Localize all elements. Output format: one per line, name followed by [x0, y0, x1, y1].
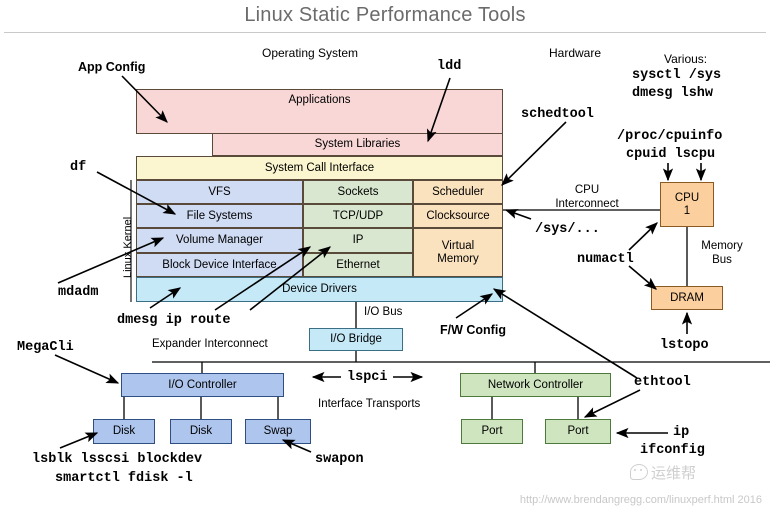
- label-cpu-interconnect-line1: CPU: [574, 184, 600, 196]
- tool-ip: ip: [673, 425, 690, 440]
- box-virtual-memory-label-line2: Memory: [437, 252, 479, 265]
- tool-ethtool: ethtool: [634, 375, 691, 390]
- tool-numactl: numactl: [577, 252, 634, 267]
- label-cpu-interconnect-line2: Interconnect: [555, 198, 619, 210]
- box-vfs-label: VFS: [208, 185, 231, 198]
- tool-schedtool: schedtool: [521, 107, 594, 122]
- box-port-1[interactable]: Port: [461, 419, 523, 444]
- box-volume-manager[interactable]: Volume Manager: [136, 228, 303, 253]
- box-virtual-memory-label-line1: Virtual: [441, 239, 475, 252]
- smiley-icon: [630, 464, 648, 480]
- box-clocksource-label: Clocksource: [426, 209, 490, 222]
- box-disk-2-label: Disk: [189, 425, 213, 438]
- label-interface-transports: Interface Transports: [318, 398, 421, 410]
- section-label-operating-system: Operating System: [262, 46, 359, 60]
- tool-swapon: swapon: [315, 452, 364, 467]
- tool-sysctl-sys: sysctl /sys: [632, 68, 722, 83]
- linux-kernel-label: Linux Kernel: [122, 216, 134, 278]
- tool-lspci: lspci: [347, 370, 388, 385]
- box-disk-2[interactable]: Disk: [170, 419, 232, 444]
- title-divider: [4, 32, 766, 33]
- box-io-controller[interactable]: I/O Controller: [121, 373, 284, 397]
- tool-mdadm: mdadm: [58, 285, 99, 300]
- box-io-bridge-label: I/O Bridge: [330, 333, 382, 346]
- box-io-bridge[interactable]: I/O Bridge: [309, 328, 403, 351]
- box-tcp-udp-label: TCP/UDP: [332, 209, 384, 222]
- box-dram-label: DRAM: [670, 291, 704, 304]
- tool-lsblk-lsscsi-blockdev: lsblk lsscsi blockdev: [32, 452, 203, 467]
- box-block-device-interface-label: Block Device Interface: [162, 258, 277, 271]
- box-disk-1-label: Disk: [112, 425, 136, 438]
- box-swap[interactable]: Swap: [245, 419, 311, 444]
- box-network-controller[interactable]: Network Controller: [460, 373, 611, 397]
- label-io-bus: I/O Bus: [364, 306, 403, 318]
- box-device-drivers-label: Device Drivers: [282, 283, 357, 296]
- tool-megacli: MegaCli: [17, 340, 74, 355]
- tool-fw-config: F/W Config: [440, 323, 506, 337]
- box-sockets-label: Sockets: [337, 185, 379, 198]
- page-title: Linux Static Performance Tools: [244, 4, 526, 26]
- tool-dmesg-lshw: dmesg lshw: [632, 86, 714, 101]
- label-memory-bus-line1: Memory: [701, 240, 743, 252]
- box-vfs[interactable]: VFS: [136, 180, 303, 204]
- box-system-call-interface[interactable]: System Call Interface: [136, 156, 503, 180]
- tool-ldd: ldd: [437, 59, 462, 74]
- box-virtual-memory[interactable]: Virtual Memory: [413, 228, 503, 277]
- section-label-various: Various:: [664, 52, 708, 66]
- box-scheduler-label: Scheduler: [432, 185, 484, 198]
- box-clocksource[interactable]: Clocksource: [413, 204, 503, 228]
- box-network-controller-label: Network Controller: [487, 378, 584, 391]
- tool-sys-dots: /sys/...: [535, 222, 600, 237]
- tool-cpuid-lscpu: cpuid lscpu: [626, 147, 716, 162]
- box-volume-manager-label: Volume Manager: [176, 234, 263, 247]
- box-ethernet-label: Ethernet: [336, 258, 380, 271]
- box-block-device-interface[interactable]: Block Device Interface: [136, 253, 303, 277]
- box-scheduler[interactable]: Scheduler: [413, 180, 503, 204]
- box-cpu-label-line2: 1: [683, 204, 691, 217]
- box-ip[interactable]: IP: [303, 228, 413, 253]
- box-applications[interactable]: Applications: [136, 89, 503, 134]
- box-swap-label: Swap: [263, 425, 293, 438]
- box-device-drivers[interactable]: Device Drivers: [136, 277, 503, 302]
- tool-dmesg-ip-route: dmesg ip route: [117, 313, 231, 328]
- tool-df: df: [70, 160, 87, 175]
- box-file-systems[interactable]: File Systems: [136, 204, 303, 228]
- tool-lstopo: lstopo: [660, 338, 709, 353]
- watermark-text: 运维帮: [651, 464, 697, 482]
- box-io-controller-label: I/O Controller: [168, 378, 237, 391]
- box-sockets[interactable]: Sockets: [303, 180, 413, 204]
- box-cpu-label-line1: CPU: [674, 191, 700, 204]
- box-system-libraries-label: System Libraries: [314, 138, 401, 151]
- box-file-systems-label: File Systems: [186, 209, 253, 222]
- box-ip-label: IP: [352, 234, 364, 247]
- box-port-2-label: Port: [567, 425, 589, 438]
- box-tcp-udp[interactable]: TCP/UDP: [303, 204, 413, 228]
- tool-app-config: App Config: [78, 60, 146, 74]
- tool-ifconfig: ifconfig: [640, 443, 705, 458]
- diagram-canvas: Linux Static Performance Tools Operating…: [0, 0, 770, 513]
- watermark: 运维帮: [630, 462, 696, 483]
- box-system-libraries[interactable]: System Libraries: [212, 133, 503, 156]
- footer-url: http://www.brendangregg.com/linuxperf.ht…: [519, 494, 762, 506]
- label-expander-interconnect: Expander Interconnect: [152, 338, 268, 350]
- box-port-2[interactable]: Port: [545, 419, 611, 444]
- box-applications-label: Applications: [288, 94, 351, 107]
- box-ethernet[interactable]: Ethernet: [303, 253, 413, 277]
- section-label-hardware: Hardware: [549, 46, 602, 60]
- tool-smartctl-fdisk: smartctl fdisk -l: [55, 471, 193, 486]
- label-memory-bus-line2: Bus: [712, 254, 732, 266]
- box-disk-1[interactable]: Disk: [93, 419, 155, 444]
- box-port-1-label: Port: [481, 425, 503, 438]
- box-dram[interactable]: DRAM: [651, 286, 723, 310]
- box-cpu[interactable]: CPU 1: [660, 182, 714, 227]
- box-system-call-interface-label: System Call Interface: [264, 161, 375, 174]
- tool-proc-cpuinfo: /proc/cpuinfo: [617, 129, 723, 144]
